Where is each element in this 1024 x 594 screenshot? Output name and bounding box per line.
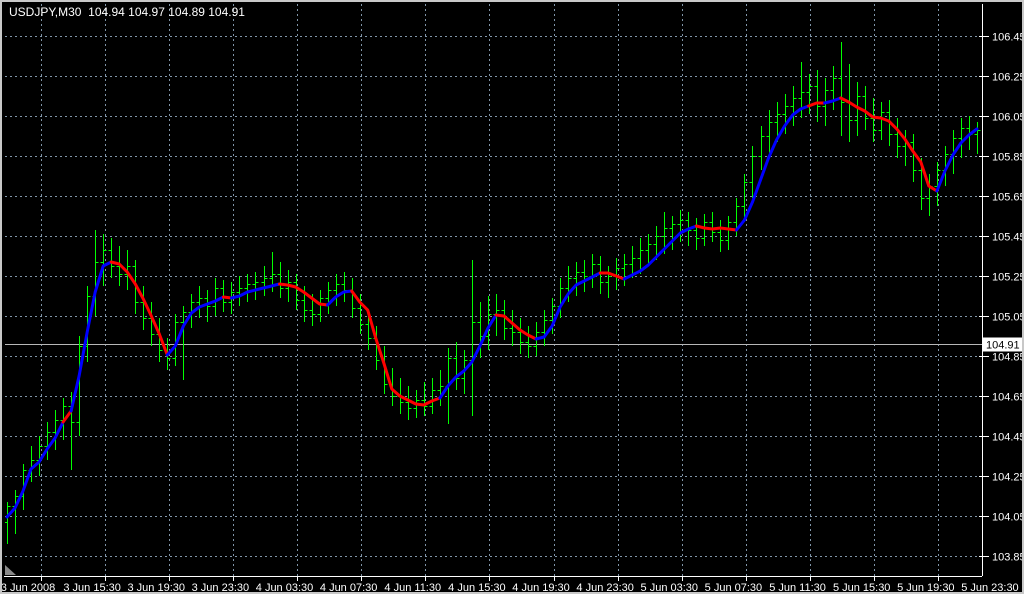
ohlc-bar[interactable] [582,260,588,292]
y-axis-label: 106.25 [992,72,1024,84]
x-axis-label: 4 Jun 23:30 [576,582,634,594]
ohlc-bar[interactable] [213,278,219,316]
ohlc-bar[interactable] [975,122,981,154]
ohlc-bar[interactable] [262,266,268,296]
ma-line-up [825,98,841,103]
x-axis-label: 3 Jun 19:30 [128,582,186,594]
ohlc-bar[interactable] [237,276,243,306]
y-axis-label: 105.85 [992,152,1024,164]
x-axis-label: 4 Jun 19:30 [512,582,570,594]
ohlc-bar[interactable] [422,382,428,416]
x-axis-label: 5 Jun 19:30 [897,582,955,594]
ohlc-bar[interactable] [181,306,187,380]
y-axis-label: 103.85 [992,552,1024,564]
ohlc-bar[interactable] [871,98,877,142]
ohlc-bars [5,42,981,544]
scroll-corner-triangle [5,565,16,575]
ohlc-bar[interactable] [791,86,797,126]
x-axis-label: 5 Jun 15:30 [833,582,891,594]
ohlc-bar[interactable] [702,214,708,246]
ohlc-bar[interactable] [863,86,869,130]
y-axis-label: 106.05 [992,112,1024,124]
ma-line-up [624,226,696,279]
ohlc-bar[interactable] [959,118,965,158]
y-axis-label: 105.65 [992,192,1024,204]
ohlc-bar[interactable] [750,146,756,198]
ohlc-bar[interactable] [318,290,324,322]
ohlc-bar[interactable] [470,260,476,416]
x-axis-label: 3 Jun 15:30 [63,582,121,594]
ohlc-bar[interactable] [911,134,917,182]
ohlc-bar[interactable] [526,326,532,358]
y-axis-label: 106.45 [992,32,1024,44]
y-axis-label: 104.85 [992,352,1024,364]
ohlc-bar[interactable] [350,278,356,318]
ohlc-bar[interactable] [542,310,548,346]
ohlc-bar[interactable] [694,218,700,250]
y-axis-label: 104.25 [992,472,1024,484]
ma-line-down [63,411,71,422]
x-axis-label: 3 Jun 2008 [2,582,55,594]
x-axis-label: 3 Jun 23:30 [192,582,250,594]
ohlc-bar[interactable] [278,262,284,298]
ma-line-down [809,103,825,106]
ohlc-bar[interactable] [245,274,251,302]
ohlc-bar[interactable] [622,254,628,286]
x-axis-label: 4 Jun 07:30 [320,582,378,594]
y-axis-label: 105.45 [992,232,1024,244]
current-price-label: 104.91 [986,340,1020,352]
chart-title-quote: USDJPY,M30 104.94 104.97 104.89 104.91 [9,5,245,19]
ohlc-bar[interactable] [815,70,821,122]
ohlc-bar[interactable] [879,102,885,140]
y-axis-label: 105.05 [992,312,1024,324]
y-axis-label: 104.65 [992,392,1024,404]
ma-line-down [496,315,536,339]
ma-line-up [328,291,352,305]
ohlc-bar[interactable] [606,266,612,298]
ohlc-bar[interactable] [718,220,724,252]
y-axis-label: 104.45 [992,432,1024,444]
ohlc-bar[interactable] [326,282,332,314]
ohlc-bar[interactable] [510,310,516,346]
ohlc-bar[interactable] [518,318,524,354]
y-axis-label: 105.25 [992,272,1024,284]
ma-line-down [841,98,937,191]
ohlc-bar[interactable] [438,370,444,406]
ohlc-bar[interactable] [294,274,300,310]
y-axis-label: 104.05 [992,512,1024,524]
price-chart[interactable]: 106.45 106.25 106.05 105.85 105.65 105.45 105.… [2,2,1024,594]
x-axis-label: 4 Jun 11:30 [384,582,441,594]
plot-area[interactable] [5,4,983,576]
x-axis-label: 5 Jun 07:30 [705,582,763,594]
chart-window: USDJPY,M30 104.94 104.97 104.89 104.91 1… [0,0,1024,594]
ohlc-bar[interactable] [334,274,340,306]
x-axis-label: 5 Jun 11:30 [769,582,826,594]
ma-line-up [737,106,809,230]
ohlc-bar[interactable] [710,212,716,242]
ohlc-bar[interactable] [454,342,460,390]
ohlc-bar[interactable] [574,262,580,296]
ma-line-up [937,129,977,191]
ohlc-bar[interactable] [831,66,837,110]
ma-line-down [352,291,440,405]
x-axis-label: 4 Jun 15:30 [448,582,506,594]
ohlc-bar[interactable] [590,254,596,288]
ohlc-bar[interactable] [895,118,901,158]
ohlc-bar[interactable] [253,272,259,300]
ohlc-bar[interactable] [726,216,732,250]
ohlc-bar[interactable] [759,126,765,170]
ohlc-bar[interactable] [839,42,845,136]
ohlc-bar[interactable] [109,238,115,278]
x-axis-label: 5 Jun 23:30 [961,582,1019,594]
ma-line-down [696,226,736,230]
ohlc-bar[interactable] [5,502,11,544]
x-axis-label: 4 Jun 03:30 [256,582,314,594]
ohlc-bar[interactable] [197,286,203,318]
x-axis-label: 5 Jun 03:30 [641,582,699,594]
